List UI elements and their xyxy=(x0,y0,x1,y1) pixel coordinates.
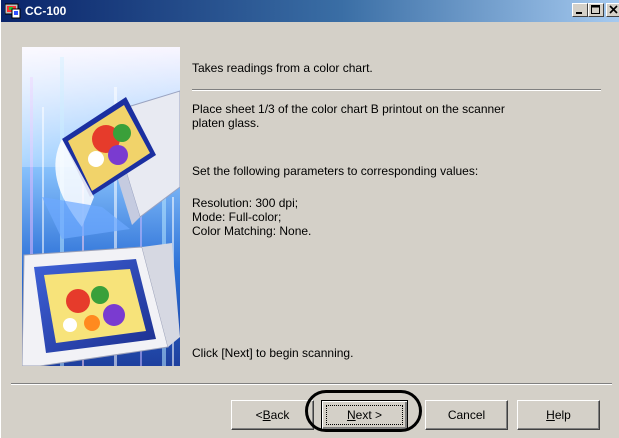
scanner-app-icon[interactable] xyxy=(4,3,21,19)
param-color-matching: Color Matching: None. xyxy=(192,224,312,238)
next-instruction: Click [Next] to begin scanning. xyxy=(192,346,354,360)
minimize-button[interactable] xyxy=(572,3,588,17)
window-title: CC-100 xyxy=(25,4,67,18)
wizard-illustration xyxy=(22,47,180,366)
next-focus-rect: Next > xyxy=(325,405,404,425)
intro-text: Takes readings from a color chart. xyxy=(192,61,373,75)
bottom-divider xyxy=(11,383,612,385)
back-label-mnemonic: B xyxy=(262,408,271,422)
help-label-rest: elp xyxy=(554,408,571,422)
top-divider xyxy=(192,89,601,91)
back-label-rest: ack xyxy=(270,408,290,422)
help-label-mnemonic: H xyxy=(546,408,555,422)
placement-text-line1: Place sheet 1/3 of the color chart B pri… xyxy=(192,102,505,116)
cancel-button[interactable]: Cancel xyxy=(425,400,508,430)
param-resolution: Resolution: 300 dpi; xyxy=(192,196,299,210)
close-icon xyxy=(609,5,618,14)
wizard-window: CC-100 Takes readings from a color chart… xyxy=(0,0,619,438)
maximize-icon xyxy=(591,5,600,14)
next-label-mnemonic: N xyxy=(346,408,356,422)
param-mode: Mode: Full-color; xyxy=(192,210,282,224)
back-label-prefix: < xyxy=(255,408,263,422)
next-button[interactable]: Next > xyxy=(321,400,408,430)
help-button[interactable]: Help xyxy=(517,400,600,430)
title-bar[interactable]: CC-100 xyxy=(1,0,619,22)
minimize-icon xyxy=(576,12,582,14)
parameters-heading: Set the following parameters to correspo… xyxy=(192,164,479,178)
maximize-button[interactable] xyxy=(588,3,604,17)
close-button[interactable] xyxy=(606,3,619,17)
next-label-rest: ext > xyxy=(355,408,383,422)
placement-text-line2: platen glass. xyxy=(192,116,260,130)
back-button[interactable]: < Back xyxy=(231,400,314,430)
